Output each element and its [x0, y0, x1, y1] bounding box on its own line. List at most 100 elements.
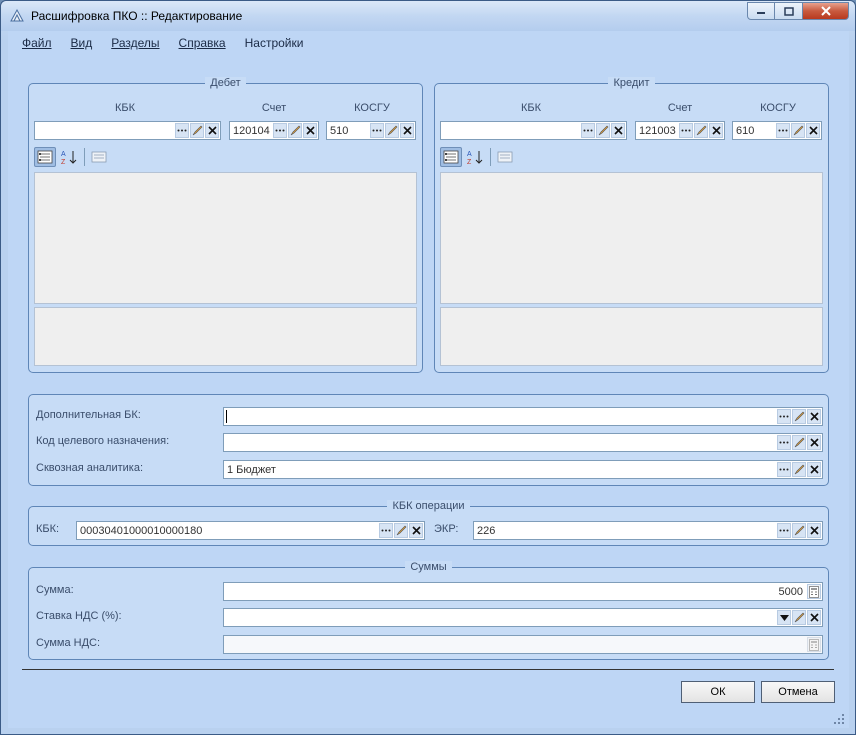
skv-field[interactable]: 1 Бюджет — [223, 460, 823, 479]
kod-edit-button[interactable] — [792, 435, 806, 450]
toolbar-divider — [490, 148, 491, 166]
pencil-icon — [794, 464, 804, 475]
kredit-kosgu-edit-button[interactable] — [791, 123, 805, 138]
kredit-schet-value[interactable]: 121003 — [636, 125, 679, 137]
debet-kosgu-clear-button[interactable] — [400, 123, 414, 138]
ekr-browse-button[interactable] — [777, 523, 791, 538]
close-window-button[interactable] — [803, 2, 849, 20]
pencil-icon — [794, 525, 804, 536]
ekr-clear-button[interactable] — [807, 523, 821, 538]
menu-settings[interactable]: Настройки — [245, 36, 304, 50]
ellipsis-icon — [583, 129, 593, 132]
kredit-legend: Кредит — [608, 77, 655, 89]
debet-schet-field[interactable]: 120104 — [229, 121, 319, 140]
ok-button[interactable]: ОК — [681, 681, 755, 703]
debet-kosgu-edit-button[interactable] — [385, 123, 399, 138]
menu-help[interactable]: Справка — [179, 36, 226, 50]
ellipsis-icon — [381, 529, 391, 532]
menu-file[interactable]: Файл — [22, 36, 52, 50]
debet-schet-browse-button[interactable] — [273, 123, 287, 138]
svg-text:A: A — [467, 151, 472, 158]
kredit-schet-clear-button[interactable] — [709, 123, 723, 138]
debet-kosgu-field[interactable]: 510 — [326, 121, 416, 140]
debet-sort-az-icon[interactable]: AZ — [58, 147, 80, 167]
summa-field[interactable]: 5000 — [223, 582, 823, 601]
ekr-field[interactable]: 226 — [473, 521, 823, 540]
summa-calculator-button[interactable] — [807, 584, 821, 599]
kredit-property-grid[interactable] — [440, 172, 823, 304]
summa-label: Сумма: — [36, 584, 74, 596]
maximize-button[interactable] — [775, 2, 803, 20]
menu-view[interactable]: Вид — [71, 36, 93, 50]
kredit-kosgu-clear-button[interactable] — [806, 123, 820, 138]
debet-kbk-field[interactable] — [34, 121, 221, 140]
kredit-kosgu-value[interactable]: 610 — [733, 125, 776, 137]
debet-schet-label: Счет — [261, 102, 287, 114]
debet-property-grid[interactable] — [34, 172, 417, 304]
kredit-sort-az-icon[interactable]: AZ — [464, 147, 486, 167]
kbk-op-field[interactable]: 00030401000010000180 — [76, 521, 425, 540]
dialog-client-area: Файл Вид Разделы Справка Настройки Дебет… — [8, 31, 849, 728]
kredit-kbk-browse-button[interactable] — [581, 123, 595, 138]
kredit-group: Кредит КБК Счет КОСГУ 121003 610 A Z — [434, 77, 829, 373]
kod-field[interactable] — [223, 433, 823, 452]
debet-kbk-browse-button[interactable] — [175, 123, 189, 138]
title-bar[interactable]: Расшифровка ПКО :: Редактирование — [1, 1, 855, 31]
minimize-button[interactable] — [747, 2, 775, 20]
kredit-schet-browse-button[interactable] — [679, 123, 693, 138]
kbk-op-value[interactable]: 00030401000010000180 — [77, 525, 379, 537]
pencil-icon — [387, 125, 397, 136]
debet-schet-edit-button[interactable] — [288, 123, 302, 138]
kod-clear-button[interactable] — [807, 435, 821, 450]
debet-schet-clear-button[interactable] — [303, 123, 317, 138]
nds-rate-label: Ставка НДС (%): — [36, 610, 122, 622]
menu-sections[interactable]: Разделы — [111, 36, 159, 50]
pencil-icon — [598, 125, 608, 136]
dop-bk-field[interactable] — [223, 407, 823, 426]
kbk-op-browse-button[interactable] — [379, 523, 393, 538]
debet-kbk-edit-button[interactable] — [190, 123, 204, 138]
debet-categorized-icon[interactable] — [34, 147, 56, 167]
ekr-label: ЭКР: — [434, 523, 459, 535]
app-icon — [10, 8, 24, 22]
nds-rate-field[interactable] — [223, 608, 823, 627]
sums-legend: Суммы — [405, 561, 452, 573]
nds-rate-dropdown-button[interactable] — [777, 610, 791, 625]
kredit-categorized-icon[interactable] — [440, 147, 462, 167]
resize-grip-icon[interactable] — [833, 713, 845, 725]
kredit-kbk-edit-button[interactable] — [596, 123, 610, 138]
ekr-value[interactable]: 226 — [474, 525, 777, 537]
debet-property-pages-icon[interactable] — [88, 147, 110, 167]
kbk-op-clear-button[interactable] — [409, 523, 423, 538]
kod-browse-button[interactable] — [777, 435, 791, 450]
debet-schet-value[interactable]: 120104 — [230, 125, 273, 137]
kredit-kbk-clear-button[interactable] — [611, 123, 625, 138]
debet-kosgu-browse-button[interactable] — [370, 123, 384, 138]
pencil-icon — [696, 125, 706, 136]
kredit-property-pages-icon[interactable] — [494, 147, 516, 167]
kredit-schet-edit-button[interactable] — [694, 123, 708, 138]
cancel-button[interactable]: Отмена — [761, 681, 835, 703]
nds-rate-edit-button[interactable] — [792, 610, 806, 625]
nds-rate-clear-button[interactable] — [807, 610, 821, 625]
summa-value[interactable]: 5000 — [224, 586, 807, 598]
kredit-kosgu-browse-button[interactable] — [776, 123, 790, 138]
debet-kosgu-value[interactable]: 510 — [327, 125, 370, 137]
skv-value[interactable]: 1 Бюджет — [224, 464, 777, 476]
ellipsis-icon — [681, 129, 691, 132]
svg-text:Z: Z — [61, 159, 66, 165]
dop-bk-browse-button[interactable] — [777, 409, 791, 424]
skv-browse-button[interactable] — [777, 462, 791, 477]
analytics-group: Дополнительная БК: Код целевого назначен… — [28, 394, 829, 486]
kbk-op-edit-button[interactable] — [394, 523, 408, 538]
skv-edit-button[interactable] — [792, 462, 806, 477]
pencil-icon — [192, 125, 202, 136]
ekr-edit-button[interactable] — [792, 523, 806, 538]
skv-clear-button[interactable] — [807, 462, 821, 477]
kredit-kosgu-field[interactable]: 610 — [732, 121, 822, 140]
dop-bk-edit-button[interactable] — [792, 409, 806, 424]
debet-kbk-clear-button[interactable] — [205, 123, 219, 138]
dop-bk-clear-button[interactable] — [807, 409, 821, 424]
kredit-kbk-field[interactable] — [440, 121, 627, 140]
kredit-schet-field[interactable]: 121003 — [635, 121, 725, 140]
